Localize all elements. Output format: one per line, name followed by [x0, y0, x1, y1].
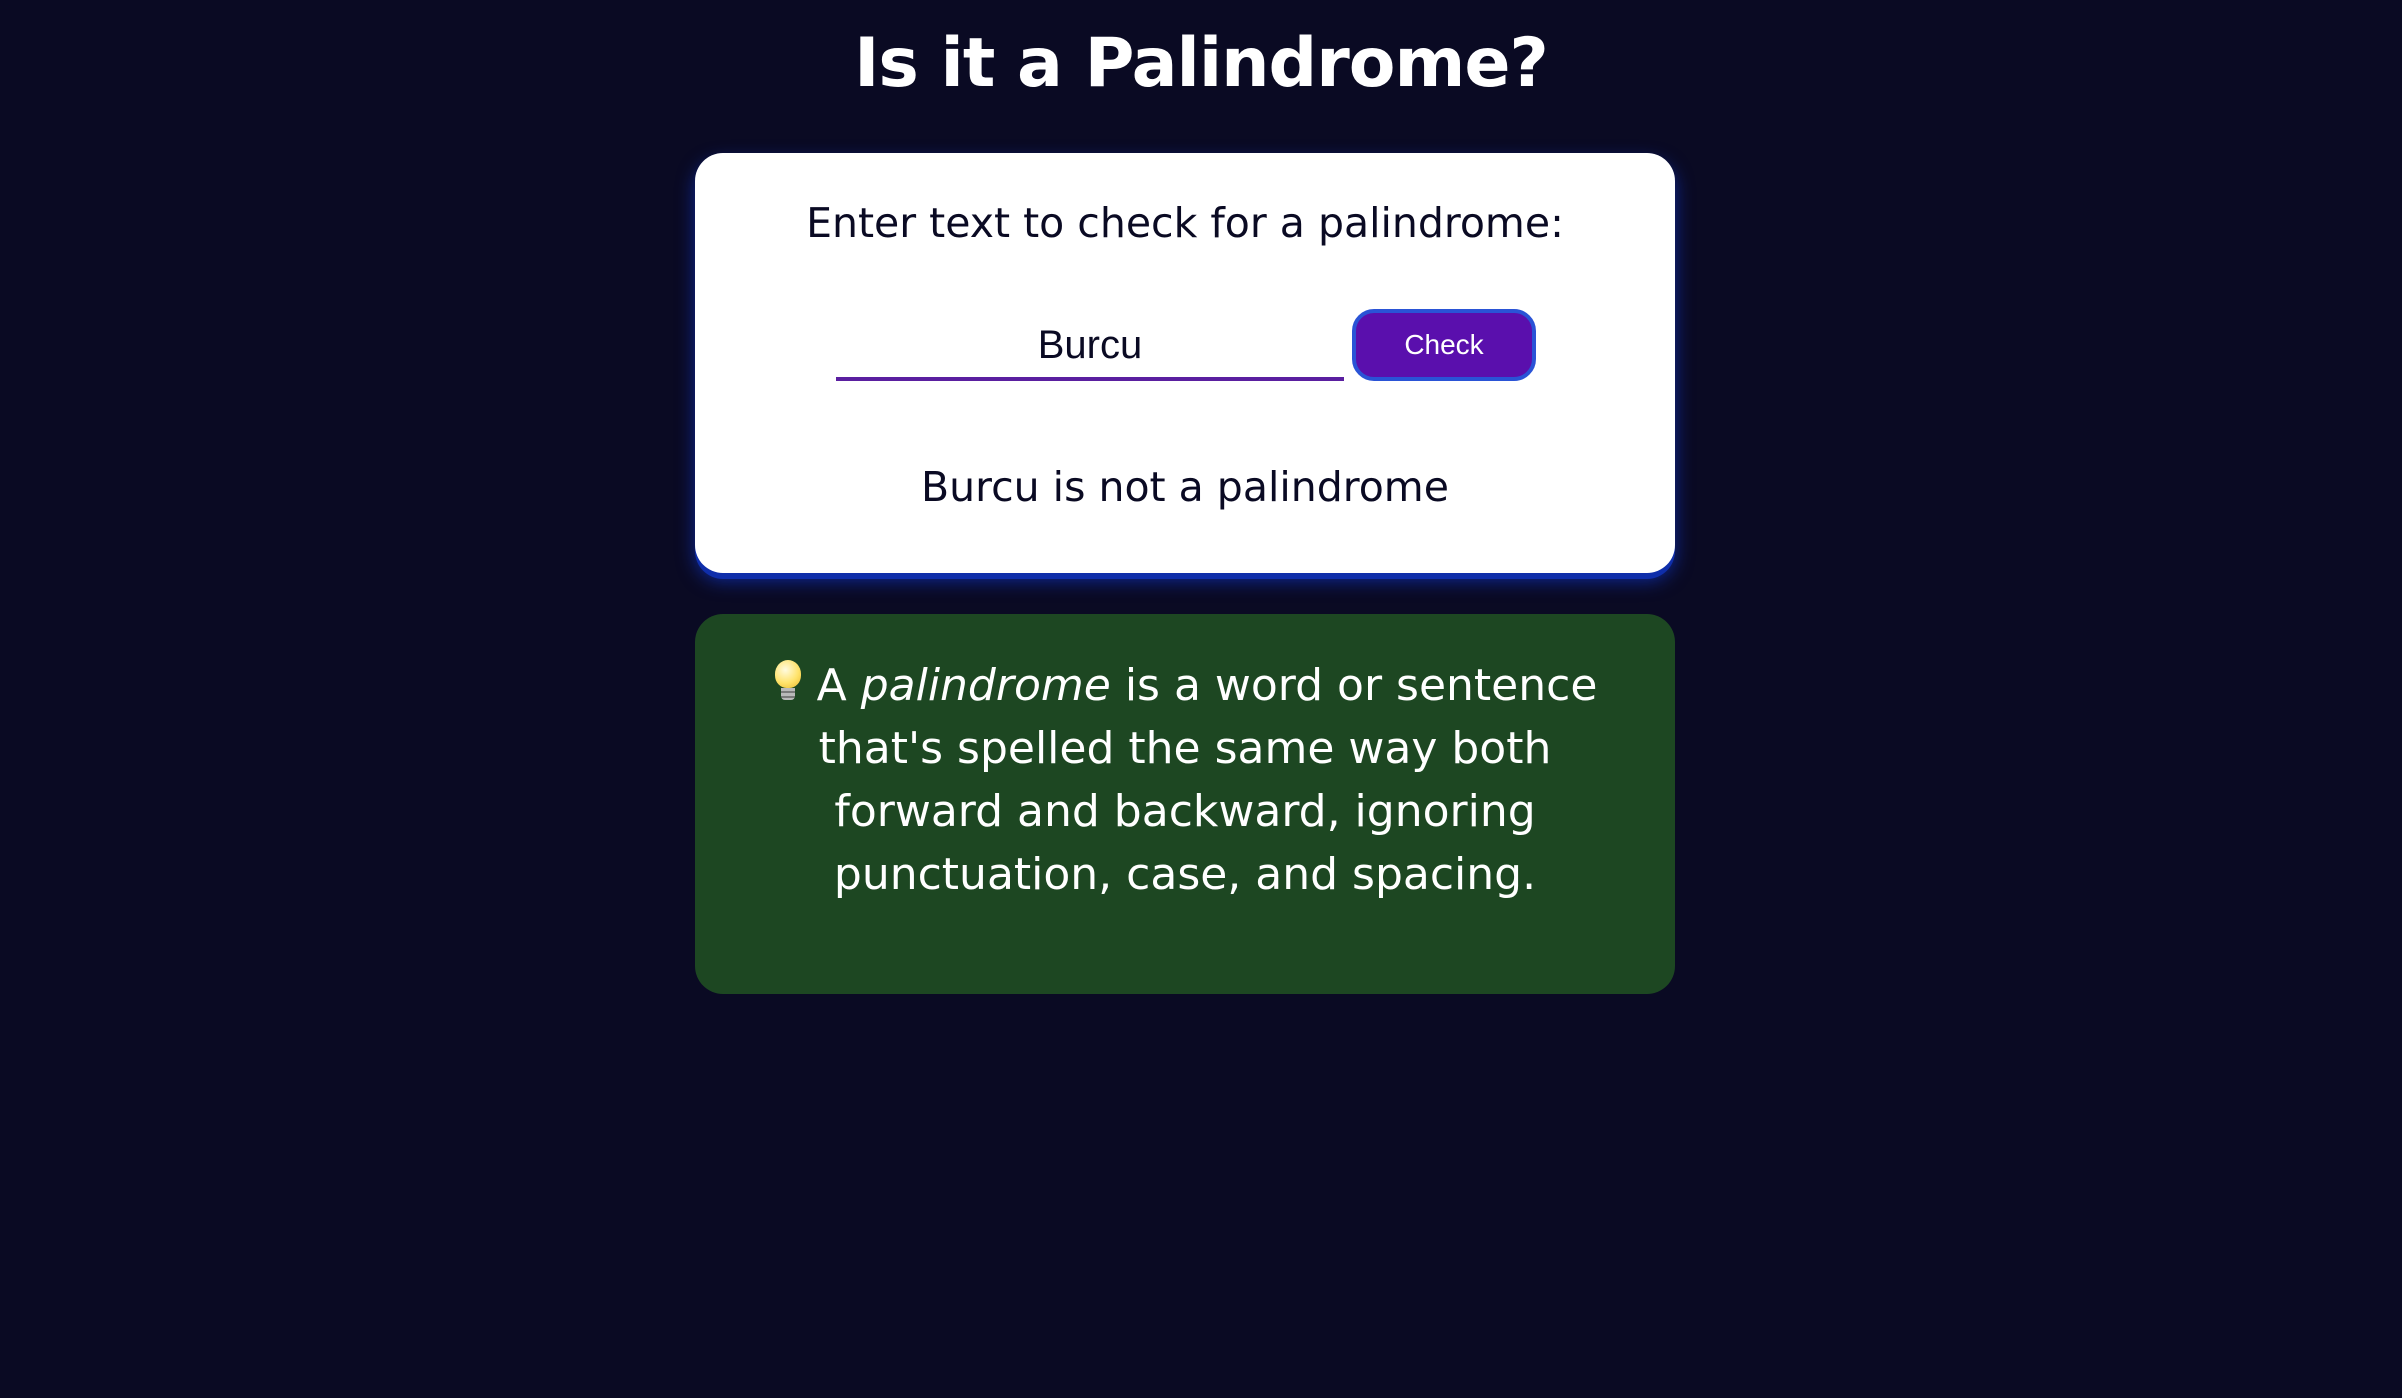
- page-title: Is it a Palindrome?: [854, 24, 1549, 103]
- input-label: Enter text to check for a palindrome:: [806, 199, 1564, 247]
- light-bulb-icon: [773, 660, 803, 704]
- check-button[interactable]: Check: [1352, 309, 1536, 381]
- definition-text: A palindrome is a word or sentence that'…: [735, 654, 1635, 906]
- text-input[interactable]: [836, 313, 1344, 381]
- definition-lead: A: [816, 660, 847, 711]
- palindrome-definition-card: A palindrome is a word or sentence that'…: [695, 614, 1675, 994]
- definition-term: palindrome: [860, 660, 1111, 711]
- palindrome-checker-card: Enter text to check for a palindrome: Ch…: [695, 153, 1675, 573]
- result-text: Burcu is not a palindrome: [921, 463, 1449, 511]
